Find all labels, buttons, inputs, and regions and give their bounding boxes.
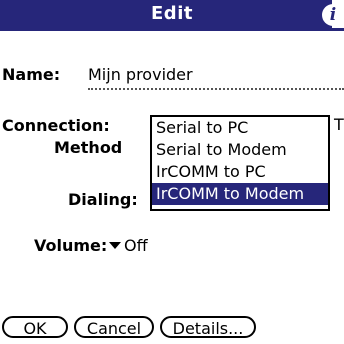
info-icon[interactable]: i [322, 4, 344, 26]
dialing-label: Dialing: [68, 190, 138, 209]
triangle-down-icon[interactable] [109, 242, 121, 249]
details-button[interactable]: Details... [160, 316, 256, 338]
name-label: Name: [2, 65, 61, 84]
list-item-ircomm-to-modem[interactable]: IrCOMM to Modem [152, 183, 328, 205]
title-bar: Edit i [0, 0, 344, 31]
cancel-button[interactable]: Cancel [74, 316, 154, 338]
name-field[interactable]: Mijn provider [88, 64, 344, 90]
list-item-ircomm-to-pc[interactable]: IrCOMM to PC [152, 161, 328, 183]
list-item-serial-to-modem[interactable]: Serial to Modem [152, 139, 328, 161]
list-item-serial-to-pc[interactable]: Serial to PC [152, 117, 328, 139]
volume-value[interactable]: Off [124, 236, 148, 255]
volume-label: Volume: [34, 236, 108, 255]
ok-button[interactable]: OK [2, 316, 68, 338]
connection-label: Connection: [2, 116, 110, 135]
form-title: Edit [151, 3, 193, 24]
clipped-text: T [334, 115, 344, 134]
connection-method-label: Method [54, 138, 123, 157]
name-field-value: Mijn provider [88, 65, 193, 84]
connection-method-list[interactable]: Serial to PC Serial to Modem IrCOMM to P… [150, 115, 330, 211]
